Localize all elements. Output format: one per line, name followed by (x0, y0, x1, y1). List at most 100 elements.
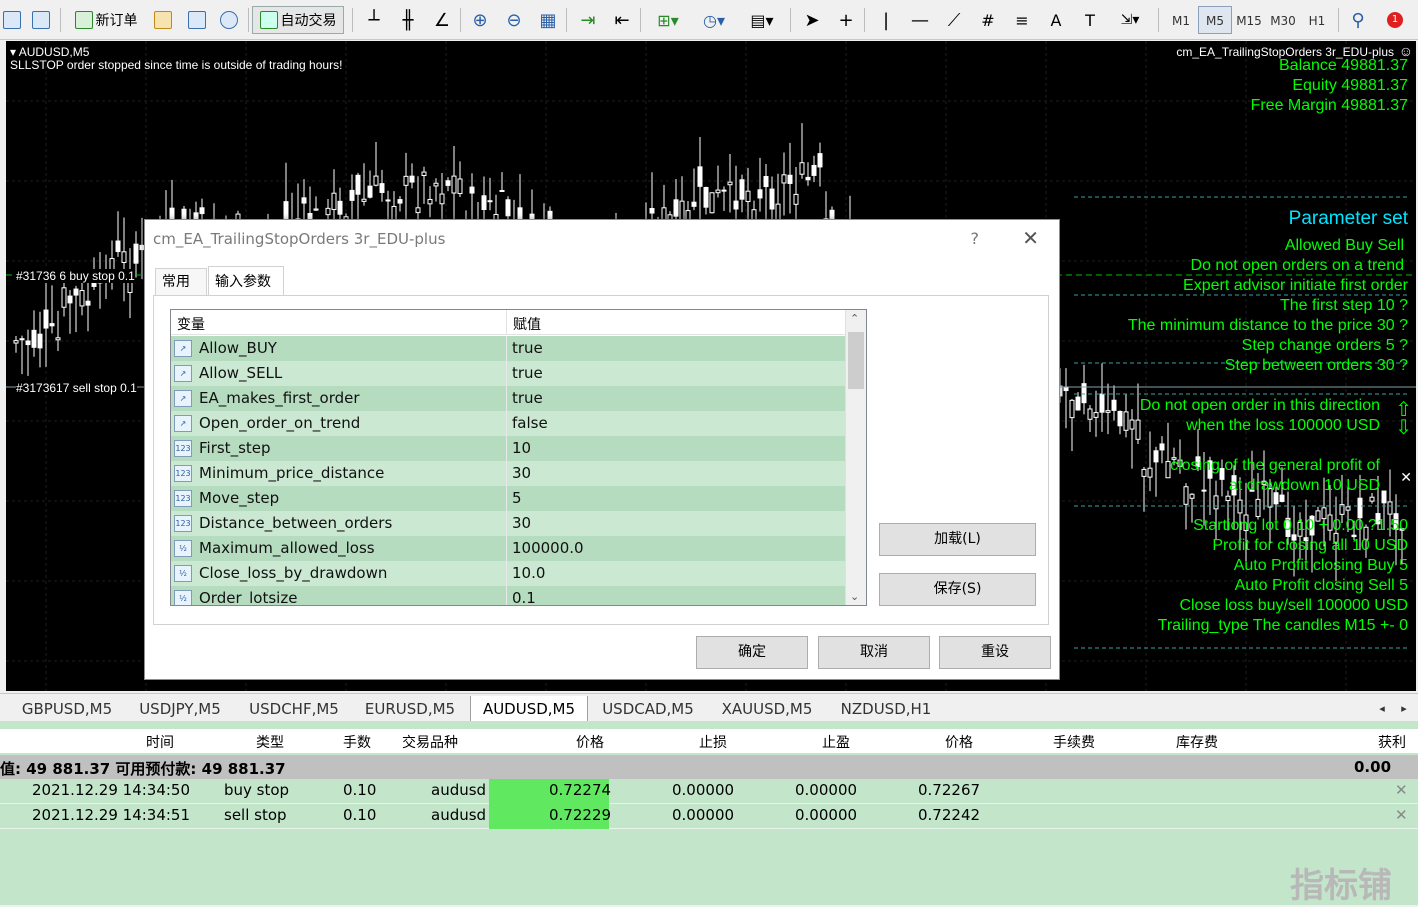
data-window-icon[interactable] (186, 6, 210, 34)
parameter-row[interactable]: ↗ Open_order_on_trend false (171, 411, 845, 436)
symbol-tab[interactable]: USDCAD,M5 (592, 698, 704, 720)
symbol-tab[interactable]: GBPUSD,M5 (14, 698, 120, 720)
col-value[interactable]: 赋值 (513, 314, 541, 334)
symbol-tab-active[interactable]: AUDUSD,M5 (470, 696, 588, 722)
auto-trade-button[interactable]: 自动交易 (252, 6, 344, 34)
parameter-row[interactable]: 123 Distance_between_orders 30 (171, 511, 845, 536)
parameter-row[interactable]: ½ Maximum_allowed_loss 100000.0 (171, 536, 845, 561)
col-lots[interactable]: 手数 (343, 732, 371, 752)
horizontal-line-icon[interactable]: — (908, 6, 932, 34)
tab-scroll-right-icon[interactable]: ▸ (1394, 698, 1414, 720)
symbol-tab[interactable]: EURUSD,M5 (356, 698, 464, 720)
parameter-value[interactable]: true (512, 339, 543, 357)
zoom-in-icon[interactable]: ⊕ (468, 6, 492, 34)
arrow-down-icon[interactable]: ⇩ (1395, 415, 1412, 440)
timeframe-m1[interactable]: M1 (1164, 6, 1198, 34)
parameter-value[interactable]: true (512, 364, 543, 382)
col-type[interactable]: 类型 (256, 732, 284, 752)
symbol-tab[interactable]: USDCHF,M5 (240, 698, 348, 720)
channel-icon[interactable]: # (976, 6, 1000, 34)
zoom-out-icon[interactable]: ⊖ (502, 6, 526, 34)
indicators-icon[interactable]: ⊞▾ (650, 6, 686, 34)
templates-icon[interactable]: ▤▾ (744, 6, 780, 34)
col-variable[interactable]: 变量 (177, 314, 205, 334)
vertical-line-icon[interactable]: | (874, 6, 898, 34)
parameter-value[interactable]: 0.1 (512, 589, 536, 605)
col-tp[interactable]: 止盈 (822, 732, 850, 752)
parameter-row[interactable]: ½ Order_lotsize 0.1 (171, 586, 845, 605)
parameter-value[interactable]: 30 (512, 514, 531, 532)
signals-icon[interactable] (218, 6, 242, 34)
parameter-value[interactable]: true (512, 389, 543, 407)
parameter-value[interactable]: false (512, 414, 548, 432)
parameter-value[interactable]: 10 (512, 439, 531, 457)
crosshair-icon[interactable]: + (834, 6, 858, 34)
parameter-row[interactable]: ½ Close_loss_by_drawdown 10.0 (171, 561, 845, 586)
candle-body (1105, 410, 1111, 413)
timeframe-h1[interactable]: H1 (1300, 6, 1334, 34)
notifications-icon[interactable]: 1 (1380, 6, 1410, 34)
tab-scroll-left-icon[interactable]: ◂ (1372, 698, 1392, 720)
parameter-row[interactable]: ↗ Allow_SELL true (171, 361, 845, 386)
grid-scrollbar[interactable]: ⌃ ⌄ (845, 310, 866, 605)
col-time[interactable]: 时间 (146, 732, 174, 752)
text-icon[interactable]: A (1044, 6, 1068, 34)
parameter-row[interactable]: ↗ EA_makes_first_order true (171, 386, 845, 411)
order-row[interactable]: 2021.12.29 14:34:50 buy stop 0.10 audusd 0.7… (0, 779, 1418, 804)
candlestick-icon[interactable]: ╫ (396, 6, 420, 34)
save-button[interactable]: 保存(S) (879, 573, 1036, 606)
order-row[interactable]: 2021.12.29 14:34:51 sell stop 0.10 audusd 0.… (0, 804, 1418, 829)
parameter-value[interactable]: 10.0 (512, 564, 545, 582)
parameter-row[interactable]: ↗ Allow_BUY true (171, 336, 845, 361)
new-order-button[interactable]: 新订单 (66, 6, 146, 34)
col-price[interactable]: 价格 (576, 732, 604, 752)
close-order-icon[interactable]: ✕ (1395, 806, 1408, 824)
col-current-price[interactable]: 价格 (945, 732, 973, 752)
close-order-icon[interactable]: ✕ (1395, 781, 1408, 799)
tab-common[interactable]: 常用 (155, 268, 207, 296)
parameter-value[interactable]: 30 (512, 464, 531, 482)
col-swap[interactable]: 库存费 (1176, 732, 1218, 752)
timeframe-m30[interactable]: M30 (1266, 6, 1300, 34)
market-watch-icon[interactable] (152, 6, 176, 34)
search-icon[interactable]: ⚲ (1346, 6, 1370, 34)
text-label-icon[interactable]: T (1078, 6, 1102, 34)
parameter-value[interactable]: 100000.0 (512, 539, 584, 557)
col-sl[interactable]: 止损 (699, 732, 727, 752)
scroll-down-icon[interactable]: ⌄ (850, 590, 859, 603)
col-symbol[interactable]: 交易品种 (402, 732, 458, 752)
help-icon[interactable]: ? (971, 229, 980, 248)
profiles-icon[interactable] (2, 6, 24, 34)
trendline-icon[interactable]: ⟋ (942, 6, 966, 34)
chart-shift-icon[interactable]: ⇥ (576, 6, 600, 34)
fibonacci-icon[interactable]: ≡ (1010, 6, 1034, 34)
tile-windows-icon[interactable]: ▦ (536, 6, 560, 34)
symbol-tab[interactable]: USDJPY,M5 (128, 698, 232, 720)
parameter-row[interactable]: 123 Minimum_price_distance 30 (171, 461, 845, 486)
reset-button[interactable]: 重设 (939, 636, 1051, 669)
timeframe-m5[interactable]: M5 (1198, 6, 1232, 34)
arrows-icon[interactable]: ⇲▾ (1112, 6, 1148, 34)
bar-chart-icon[interactable]: ┴ (362, 6, 386, 34)
col-profit[interactable]: 获利 (1378, 732, 1406, 752)
close-icon[interactable]: ✕ (1400, 469, 1412, 486)
col-commission[interactable]: 手续费 (1053, 732, 1095, 752)
tab-inputs[interactable]: 输入参数 (208, 266, 284, 296)
periods-icon[interactable]: ◷▾ (696, 6, 732, 34)
parameter-row[interactable]: 123 First_step 10 (171, 436, 845, 461)
load-button[interactable]: 加载(L) (879, 523, 1036, 556)
cancel-button[interactable]: 取消 (818, 636, 930, 669)
ok-button[interactable]: 确定 (696, 636, 808, 669)
chart-window-icon[interactable] (30, 6, 54, 34)
scrollbar-thumb[interactable] (848, 332, 864, 389)
scroll-up-icon[interactable]: ⌃ (850, 312, 859, 325)
cursor-icon[interactable]: ➤ (800, 6, 824, 34)
parameter-value[interactable]: 5 (512, 489, 522, 507)
close-icon[interactable]: ✕ (1022, 226, 1039, 250)
parameter-row[interactable]: 123 Move_step 5 (171, 486, 845, 511)
symbol-tab[interactable]: XAUUSD,M5 (712, 698, 822, 720)
autoscroll-icon[interactable]: ⇤ (610, 6, 634, 34)
symbol-tab[interactable]: NZDUSD,H1 (830, 698, 942, 720)
timeframe-m15[interactable]: M15 (1232, 6, 1266, 34)
line-chart-icon[interactable]: ∠ (430, 6, 454, 34)
